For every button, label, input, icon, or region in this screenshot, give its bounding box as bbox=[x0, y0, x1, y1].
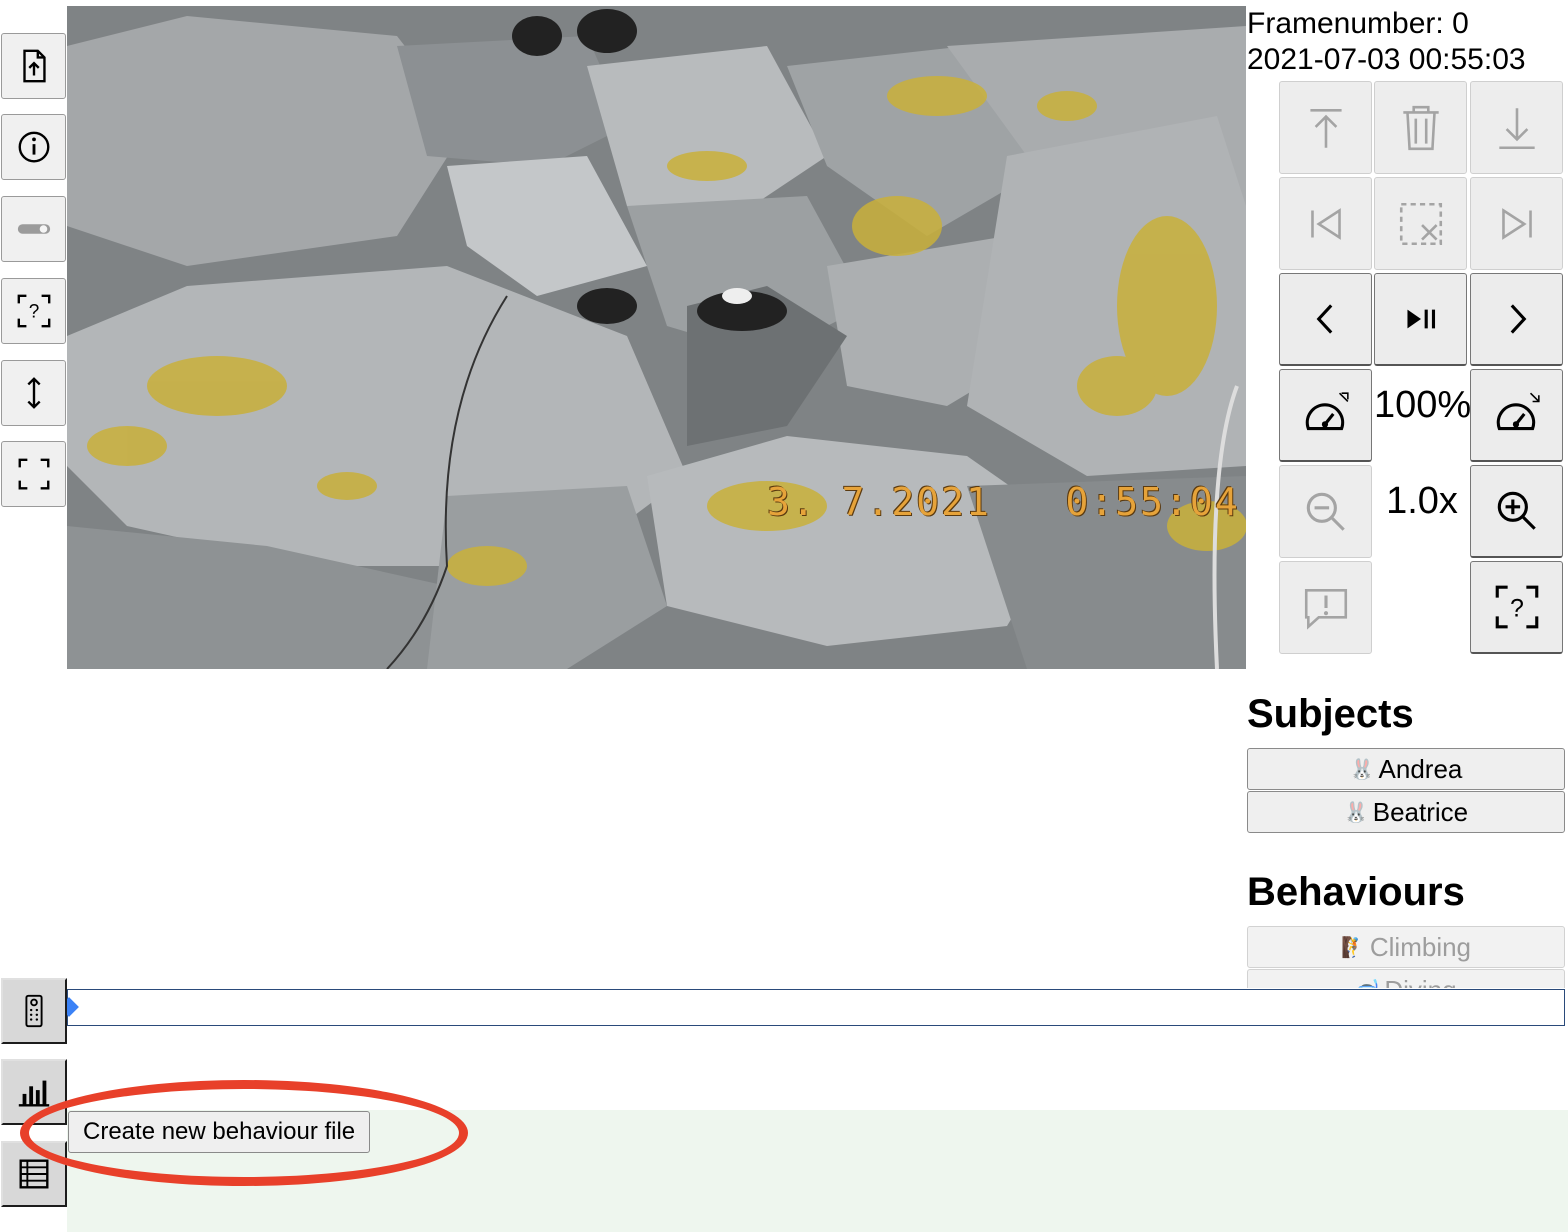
behaviour-climbing-button[interactable]: 🧗 Climbing bbox=[1247, 926, 1565, 968]
trash-icon bbox=[1402, 105, 1439, 150]
file-upload-icon bbox=[22, 49, 46, 83]
zoom-in-button[interactable] bbox=[1470, 465, 1563, 558]
toggle-icon bbox=[17, 224, 50, 234]
upload-file-button[interactable] bbox=[1, 33, 66, 99]
speed-value: 100% bbox=[1374, 384, 1472, 426]
play-pause-icon bbox=[1406, 309, 1435, 329]
dashed-box-x-icon bbox=[1399, 202, 1442, 245]
skip-start-button[interactable] bbox=[1279, 177, 1372, 270]
question-frame-icon: ? bbox=[1495, 585, 1538, 629]
comment-alert-icon bbox=[1304, 588, 1347, 630]
bar-chart-icon bbox=[18, 1080, 50, 1107]
delete-button[interactable] bbox=[1374, 81, 1467, 174]
skip-start-icon bbox=[1310, 207, 1341, 240]
frame-info: Framenumber: 0 2021-07-03 00:55:03 bbox=[1247, 6, 1526, 78]
zoom-value: 1.0x bbox=[1386, 480, 1458, 522]
list-table-icon bbox=[19, 1159, 49, 1189]
info-icon bbox=[18, 131, 49, 163]
highlight-annotation bbox=[20, 1080, 468, 1186]
fullscreen-button[interactable] bbox=[1, 441, 66, 507]
help-button[interactable]: ? bbox=[1470, 561, 1563, 654]
behaviours-list: 🧗 Climbing 🤿 Diving bbox=[1247, 926, 1565, 988]
svg-text:?: ? bbox=[1510, 594, 1524, 622]
delete-selection-button[interactable] bbox=[1374, 177, 1467, 270]
zoom-out-button[interactable] bbox=[1279, 465, 1372, 558]
timeline-track[interactable] bbox=[67, 989, 1565, 1026]
slow-down-button[interactable] bbox=[1470, 369, 1563, 462]
fullscreen-icon bbox=[18, 458, 49, 490]
zoom-in-icon bbox=[1497, 491, 1536, 530]
svg-text:?: ? bbox=[28, 302, 39, 323]
chevron-left-icon bbox=[1316, 304, 1332, 334]
subject-beatrice-button[interactable]: 🐰 Beatrice bbox=[1247, 791, 1565, 833]
video-timestamp-overlay: 3. 7.2021 0:55:04 bbox=[767, 480, 1240, 524]
frame-number: Framenumber: 0 bbox=[1247, 7, 1469, 40]
vertical-resize-button[interactable] bbox=[1, 360, 66, 426]
toggle-button[interactable] bbox=[1, 196, 66, 262]
report-button[interactable] bbox=[1279, 561, 1372, 654]
zoom-out-icon bbox=[1306, 492, 1345, 531]
climbing-icon: 🧗 bbox=[1340, 936, 1366, 959]
subject-andrea-button[interactable]: 🐰 Andrea bbox=[1247, 748, 1565, 790]
skip-end-icon bbox=[1501, 207, 1532, 240]
behaviour-diving-button[interactable]: 🤿 Diving bbox=[1247, 969, 1565, 988]
speed-up-button[interactable] bbox=[1279, 369, 1372, 462]
play-pause-button[interactable] bbox=[1374, 273, 1467, 366]
help-frame-button[interactable]: ? bbox=[1, 278, 66, 344]
subjects-title: Subjects bbox=[1247, 692, 1414, 736]
remote-view-button[interactable] bbox=[1, 978, 67, 1044]
remote-icon bbox=[25, 994, 43, 1028]
jump-top-button[interactable] bbox=[1279, 81, 1372, 174]
chevron-right-icon bbox=[1510, 304, 1526, 334]
previous-frame-button[interactable] bbox=[1279, 273, 1372, 366]
rabbit-icon: 🐰 bbox=[1343, 801, 1369, 824]
speedometer-up-icon bbox=[1305, 392, 1349, 431]
arrow-to-top-icon bbox=[1309, 108, 1342, 148]
question-frame-icon: ? bbox=[17, 294, 50, 328]
behaviours-title: Behaviours bbox=[1247, 870, 1465, 914]
video-frame[interactable]: 3. 7.2021 0:55:04 bbox=[67, 6, 1246, 669]
info-button[interactable] bbox=[1, 114, 66, 180]
frame-timestamp: 2021-07-03 00:55:03 bbox=[1247, 43, 1526, 76]
diving-icon: 🤿 bbox=[1355, 978, 1380, 989]
speedometer-down-icon bbox=[1496, 392, 1540, 431]
video-image bbox=[67, 6, 1246, 669]
download-icon bbox=[1498, 107, 1535, 149]
skip-end-button[interactable] bbox=[1470, 177, 1563, 270]
updown-arrow-icon bbox=[26, 377, 41, 409]
next-frame-button[interactable] bbox=[1470, 273, 1563, 366]
rabbit-icon: 🐰 bbox=[1349, 758, 1375, 781]
download-button[interactable] bbox=[1470, 81, 1563, 174]
